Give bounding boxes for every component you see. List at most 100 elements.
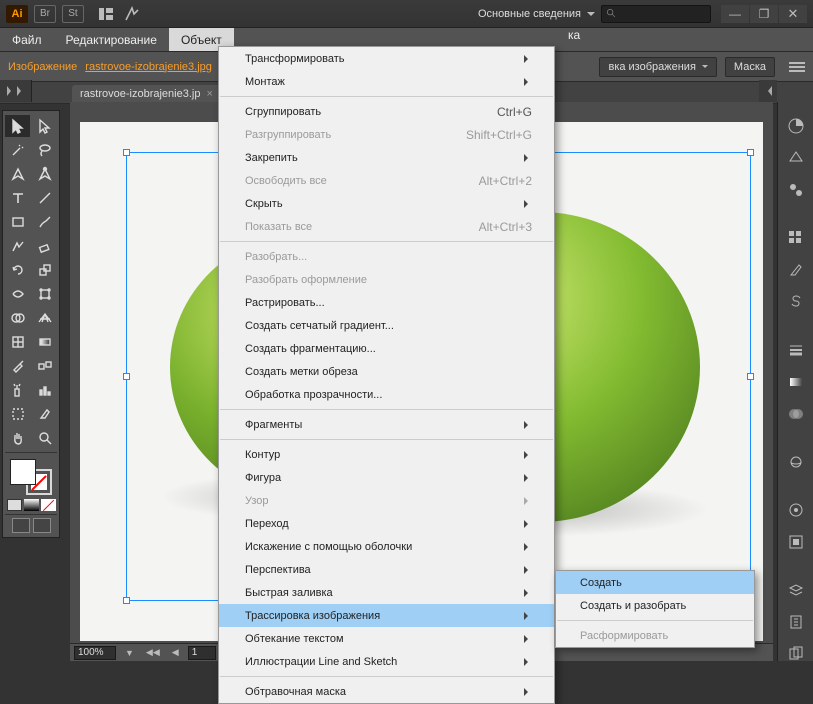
graph-tool[interactable] xyxy=(32,379,57,401)
direct-selection-tool[interactable] xyxy=(32,115,57,137)
artboard-tool[interactable] xyxy=(5,403,30,425)
fill-swatch[interactable] xyxy=(10,459,36,485)
menu-live-paint[interactable]: Быстрая заливка xyxy=(219,581,554,604)
full-screen-mode[interactable] xyxy=(33,518,51,533)
menu-flatten-transparency[interactable]: Обработка прозрачности... xyxy=(219,383,554,406)
menu-create-fragments[interactable]: Создать фрагментацию... xyxy=(219,337,554,360)
workspace-selector[interactable]: Основные сведения xyxy=(478,8,595,20)
resize-handle[interactable] xyxy=(747,373,754,380)
mask-button[interactable]: Маска xyxy=(725,57,775,77)
layers-panel-icon[interactable] xyxy=(782,576,810,604)
libraries-panel-icon[interactable] xyxy=(782,448,810,476)
menu-group[interactable]: СгруппироватьCtrl+G xyxy=(219,100,554,123)
menu-edit[interactable]: Редактирование xyxy=(54,28,169,51)
menu-arrange[interactable]: Монтаж xyxy=(219,70,554,93)
resize-handle[interactable] xyxy=(123,597,130,604)
menu-transform[interactable]: Трансформировать xyxy=(219,47,554,70)
transparency-panel-icon[interactable] xyxy=(782,400,810,428)
image-trace-dropdown[interactable]: вка изображения xyxy=(599,57,716,77)
prev-artboard-icon[interactable]: ◀ xyxy=(169,647,182,658)
menu-line-and-sketch[interactable]: Иллюстрации Line and Sketch xyxy=(219,650,554,673)
magic-wand-tool[interactable] xyxy=(5,139,30,161)
eraser-tool[interactable] xyxy=(32,235,57,257)
gradient-panel-icon[interactable] xyxy=(782,368,810,396)
fill-stroke-indicator[interactable] xyxy=(8,457,54,497)
blend-tool[interactable] xyxy=(32,355,57,377)
color-guide-panel-icon[interactable] xyxy=(782,144,810,172)
pen-tool[interactable] xyxy=(5,163,30,185)
resize-handle[interactable] xyxy=(123,373,130,380)
line-tool[interactable] xyxy=(32,187,57,209)
menu-image-trace[interactable]: Трассировка изображения xyxy=(219,604,554,627)
menu-fragments[interactable]: Фрагменты xyxy=(219,413,554,436)
close-button[interactable]: ✕ xyxy=(779,5,807,23)
brushes-panel-icon[interactable] xyxy=(782,256,810,284)
shape-builder-tool[interactable] xyxy=(5,307,30,329)
artboard-number-input[interactable] xyxy=(188,646,216,660)
curvature-tool[interactable] xyxy=(32,163,57,185)
arrange-docs-icon[interactable] xyxy=(98,6,114,22)
menu-gradient-mesh[interactable]: Создать сетчатый градиент... xyxy=(219,314,554,337)
symbol-sprayer-tool[interactable] xyxy=(5,379,30,401)
type-tool[interactable] xyxy=(5,187,30,209)
menu-clipping-mask[interactable]: Обтравочная маска xyxy=(219,680,554,703)
menu-truncated[interactable]: ка xyxy=(556,28,592,42)
gradient-tool[interactable] xyxy=(32,331,57,353)
perspective-grid-tool[interactable] xyxy=(32,307,57,329)
menu-path[interactable]: Контур xyxy=(219,443,554,466)
search-input[interactable] xyxy=(601,5,711,23)
stock-button[interactable]: St xyxy=(62,5,84,23)
graphic-styles-panel-icon[interactable] xyxy=(782,528,810,556)
slice-tool[interactable] xyxy=(32,403,57,425)
selection-tool[interactable] xyxy=(5,115,30,137)
menu-perspective[interactable]: Перспектива xyxy=(219,558,554,581)
dock-expand-right[interactable] xyxy=(759,80,777,102)
width-tool[interactable] xyxy=(5,283,30,305)
brush-tool[interactable] xyxy=(32,211,57,233)
zoom-dropdown-icon[interactable]: ▼ xyxy=(122,648,137,658)
normal-screen-mode[interactable] xyxy=(12,518,30,533)
zoom-tool[interactable] xyxy=(32,427,57,449)
lasso-tool[interactable] xyxy=(32,139,57,161)
gradient-mode[interactable] xyxy=(24,499,39,511)
menu-envelope-distort[interactable]: Искажение с помощью оболочки xyxy=(219,535,554,558)
symbols-panel-icon[interactable] xyxy=(782,288,810,316)
none-mode[interactable] xyxy=(41,499,56,511)
artboards-panel-icon[interactable] xyxy=(782,640,810,668)
gpu-icon[interactable] xyxy=(124,6,140,22)
bridge-button[interactable]: Br xyxy=(34,5,56,23)
resize-handle[interactable] xyxy=(123,149,130,156)
document-tab[interactable]: rastrovoe-izobrajenie3.jp × xyxy=(72,85,221,103)
hand-tool[interactable] xyxy=(5,427,30,449)
free-transform-tool[interactable] xyxy=(32,283,57,305)
panel-menu-icon[interactable] xyxy=(789,60,805,74)
appearance-panel-icon[interactable] xyxy=(782,496,810,524)
first-artboard-icon[interactable]: ◀◀ xyxy=(143,647,163,658)
menu-shape[interactable]: Фигура xyxy=(219,466,554,489)
maximize-button[interactable]: ❐ xyxy=(750,5,778,23)
stroke-panel-icon[interactable] xyxy=(782,336,810,364)
menu-file[interactable]: Файл xyxy=(0,28,54,51)
eyedropper-tool[interactable] xyxy=(5,355,30,377)
asset-export-panel-icon[interactable] xyxy=(782,608,810,636)
menu-hide[interactable]: Скрыть xyxy=(219,192,554,215)
rectangle-tool[interactable] xyxy=(5,211,30,233)
shaper-tool[interactable] xyxy=(5,235,30,257)
mesh-tool[interactable] xyxy=(5,331,30,353)
menu-lock[interactable]: Закрепить xyxy=(219,146,554,169)
scale-tool[interactable] xyxy=(32,259,57,281)
dock-expand-left[interactable] xyxy=(0,80,32,102)
swatches-panel-icon[interactable] xyxy=(782,224,810,252)
minimize-button[interactable]: — xyxy=(721,5,749,23)
rotate-tool[interactable] xyxy=(5,259,30,281)
color-mode[interactable] xyxy=(7,499,22,511)
menu-blend[interactable]: Переход xyxy=(219,512,554,535)
color-panel-icon[interactable] xyxy=(782,112,810,140)
resize-handle[interactable] xyxy=(747,149,754,156)
menu-text-wrap[interactable]: Обтекание текстом xyxy=(219,627,554,650)
menu-rasterize[interactable]: Растрировать... xyxy=(219,291,554,314)
properties-panel-icon[interactable] xyxy=(782,176,810,204)
menu-crop-marks[interactable]: Создать метки обреза xyxy=(219,360,554,383)
close-tab-icon[interactable]: × xyxy=(206,88,212,100)
submenu-create[interactable]: Создать xyxy=(556,571,754,594)
